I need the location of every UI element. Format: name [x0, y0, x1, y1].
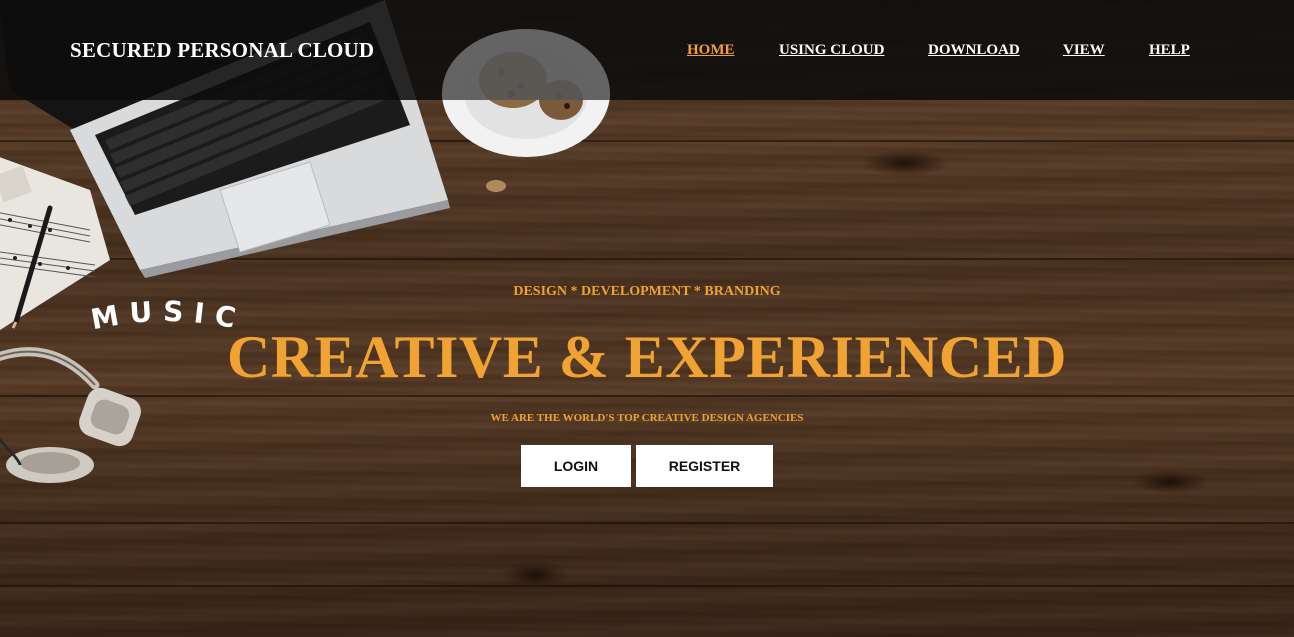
nav-home[interactable]: HOME	[687, 42, 735, 59]
hero-subline: WE ARE THE WORLD'S TOP CREATIVE DESIGN A…	[490, 412, 804, 424]
wood-knot	[860, 150, 950, 176]
wood-knot	[1130, 470, 1210, 494]
wood-plank-seam	[0, 585, 1294, 587]
plate-overlay	[442, 29, 610, 100]
cookie-crumb-icon	[486, 180, 506, 192]
nav-using-cloud[interactable]: USING CLOUD	[779, 42, 884, 59]
login-button[interactable]: LOGIN	[521, 445, 631, 487]
nav-view[interactable]: VIEW	[1063, 42, 1105, 59]
wood-plank-seam	[0, 395, 1294, 397]
hero-headline: CREATIVE & EXPERIENCED	[227, 324, 1067, 390]
hero-tagline: DESIGN * DEVELOPMENT * BRANDING	[513, 284, 781, 299]
nav-help[interactable]: HELP	[1149, 42, 1190, 59]
nav-download[interactable]: DOWNLOAD	[928, 42, 1020, 59]
wood-plank-seam	[0, 522, 1294, 524]
wood-knot	[500, 560, 570, 590]
register-button[interactable]: REGISTER	[636, 445, 773, 487]
main-nav: HOME USING CLOUD DOWNLOAD VIEW HELP	[0, 42, 1294, 62]
